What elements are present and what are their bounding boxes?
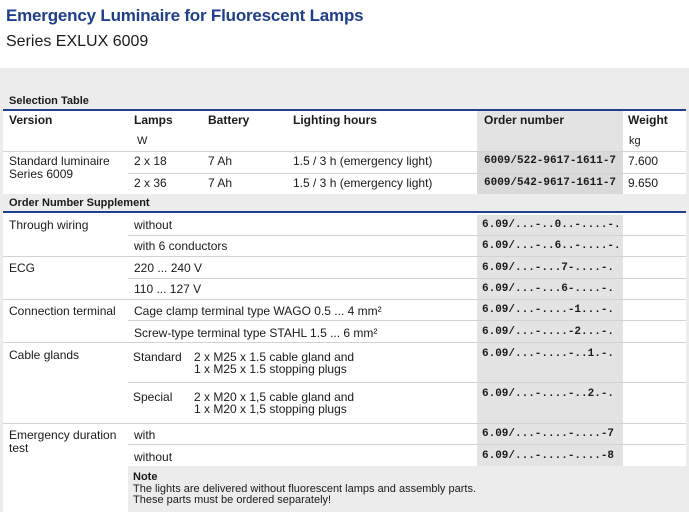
through-wiring-opt2: with 6 conductors bbox=[134, 239, 228, 253]
sheet-top-band bbox=[0, 68, 689, 92]
emergency-code2: 6.09/...-....-....-8 bbox=[482, 450, 615, 462]
glands-standard-label: Standard bbox=[133, 350, 182, 364]
row1-battery: 7 Ah bbox=[208, 154, 233, 168]
glands-special-code: 6.09/...-....-..2.-. bbox=[482, 388, 615, 400]
through-wiring-label: Through wiring bbox=[9, 218, 89, 232]
row1-order-number: 6009/522-9617-1611-7 bbox=[484, 155, 617, 167]
glands-special-label: Special bbox=[133, 390, 173, 404]
supplement-title: Order Number Supplement bbox=[3, 194, 686, 213]
row2-battery: 7 Ah bbox=[208, 176, 233, 190]
connection-label: Connection terminal bbox=[9, 304, 116, 318]
ecg-code2: 6.09/...-...6-....-. bbox=[482, 283, 615, 295]
through-wiring-code1: 6.09/...-..0..-....-. bbox=[482, 219, 621, 231]
divider bbox=[128, 235, 686, 236]
col-battery-header: Battery bbox=[208, 113, 250, 127]
divider bbox=[3, 342, 686, 343]
ecg-code1: 6.09/...-...7-....-. bbox=[482, 262, 615, 274]
divider bbox=[128, 444, 686, 445]
ecg-opt2: 110 ... 127 V bbox=[134, 282, 202, 296]
divider bbox=[3, 256, 686, 257]
selection-table-title: Selection Table bbox=[3, 92, 686, 111]
col-weight-unit: kg bbox=[629, 135, 641, 147]
row1-hours: 1.5 / 3 h (emergency light) bbox=[293, 154, 433, 168]
row2-hours: 1.5 / 3 h (emergency light) bbox=[293, 176, 433, 190]
note-title: Note bbox=[133, 471, 158, 483]
page-title: Emergency Luminaire for Fluorescent Lamp… bbox=[6, 6, 364, 25]
note-line2: These parts must be ordered separately! bbox=[133, 494, 332, 506]
row2-weight: 9.650 bbox=[628, 176, 659, 190]
emergency-code1: 6.09/...-....-....-7 bbox=[482, 428, 615, 440]
row2-lamps: 2 x 36 bbox=[134, 176, 167, 190]
page-subtitle: Series EXLUX 6009 bbox=[6, 33, 149, 50]
through-wiring-opt1: without bbox=[134, 218, 173, 232]
row1-lamps: 2 x 18 bbox=[134, 154, 167, 168]
row1-weight: 7.600 bbox=[628, 154, 659, 168]
col-version-header: Version bbox=[9, 113, 53, 127]
divider bbox=[128, 278, 686, 279]
through-wiring-code2: 6.09/...-..6..-....-. bbox=[482, 240, 621, 252]
connection-code2: 6.09/...-....-2...-. bbox=[482, 326, 615, 338]
glands-standard-code: 6.09/...-....-..1.-. bbox=[482, 348, 615, 360]
divider bbox=[128, 382, 686, 383]
emergency-label-line2: test bbox=[9, 441, 29, 455]
col-lamps-unit: W bbox=[137, 135, 148, 147]
row2-order-number: 6009/542-9617-1611-7 bbox=[484, 177, 617, 189]
version-cell-line2: Series 6009 bbox=[9, 167, 74, 181]
glands-label: Cable glands bbox=[9, 348, 80, 362]
emergency-opt2: without bbox=[134, 450, 173, 464]
glands-standard-line2: 1 x M25 x 1.5 stopping plugs bbox=[194, 362, 347, 376]
divider bbox=[3, 299, 686, 300]
connection-opt2: Screw-type terminal type STAHL 1.5 ... 6… bbox=[134, 326, 378, 340]
divider bbox=[128, 320, 686, 321]
col-hours-header: Lighting hours bbox=[293, 113, 377, 127]
ecg-opt1: 220 ... 240 V bbox=[134, 261, 203, 275]
col-order-header: Order number bbox=[484, 113, 565, 127]
divider bbox=[3, 423, 686, 424]
ecg-label: ECG bbox=[9, 261, 36, 275]
emergency-opt1: with bbox=[134, 428, 156, 442]
connection-code1: 6.09/...-....-1...-. bbox=[482, 304, 615, 316]
col-weight-header: Weight bbox=[628, 113, 668, 127]
connection-opt1: Cage clamp terminal type WAGO 0.5 ... 4 … bbox=[134, 304, 382, 318]
glands-special-line2: 1 x M20 x 1,5 stopping plugs bbox=[194, 402, 347, 416]
col-lamps-header: Lamps bbox=[134, 113, 173, 127]
